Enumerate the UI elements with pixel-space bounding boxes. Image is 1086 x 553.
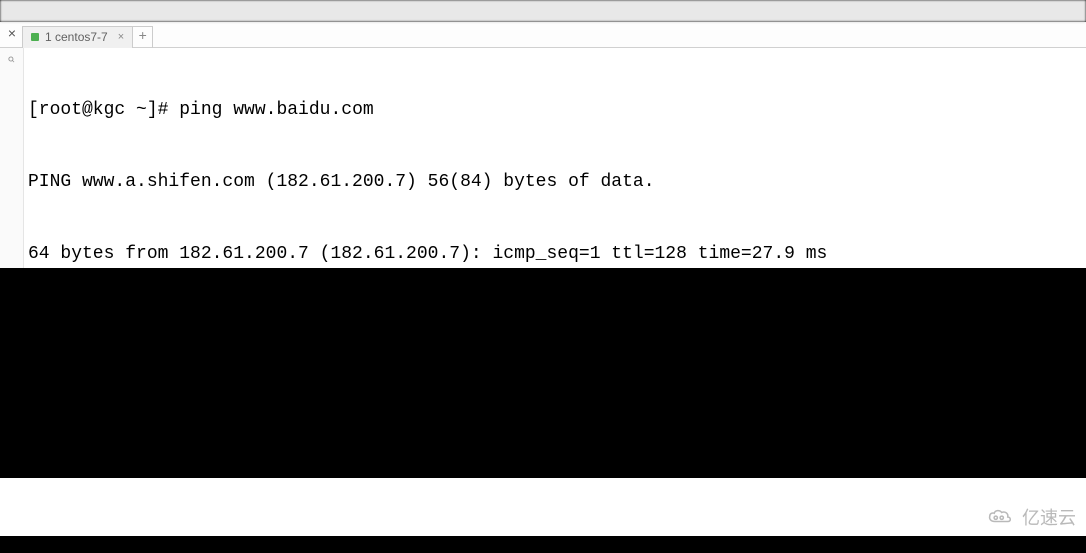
main-row: ⌕ [root@kgc ~]# ping www.baidu.com PING …	[0, 48, 1086, 268]
add-tab-button[interactable]: +	[133, 26, 153, 48]
tab-strip: × 1 centos7-7 × +	[0, 22, 1086, 48]
cloud-logo-icon	[986, 507, 1016, 527]
terminal-line: 64 bytes from 182.61.200.7 (182.61.200.7…	[28, 242, 1082, 266]
search-icon[interactable]: ⌕	[7, 52, 15, 69]
tab-label: 1 centos7-7	[45, 30, 108, 44]
terminal-command: ping www.baidu.com	[179, 100, 373, 120]
left-gutter: ⌕	[0, 48, 24, 268]
terminal-output[interactable]: [root@kgc ~]# ping www.baidu.com PING ww…	[24, 48, 1086, 268]
connection-status-icon	[31, 33, 39, 41]
tab-centos7-7[interactable]: 1 centos7-7 ×	[22, 26, 133, 48]
footer-strip: 亿速云	[0, 478, 1086, 536]
watermark-text: 亿速云	[1022, 504, 1076, 530]
tab-close-icon[interactable]: ×	[118, 31, 124, 43]
terminal-prompt-line: [root@kgc ~]# ping www.baidu.com	[28, 98, 1082, 122]
watermark: 亿速云	[986, 504, 1076, 530]
terminal-prompt: [root@kgc ~]#	[28, 100, 179, 120]
panel-close-button[interactable]: ×	[2, 23, 22, 47]
terminal-ping-header: PING www.a.shifen.com (182.61.200.7) 56(…	[28, 170, 1082, 194]
window-titlebar-blur	[0, 0, 1086, 22]
